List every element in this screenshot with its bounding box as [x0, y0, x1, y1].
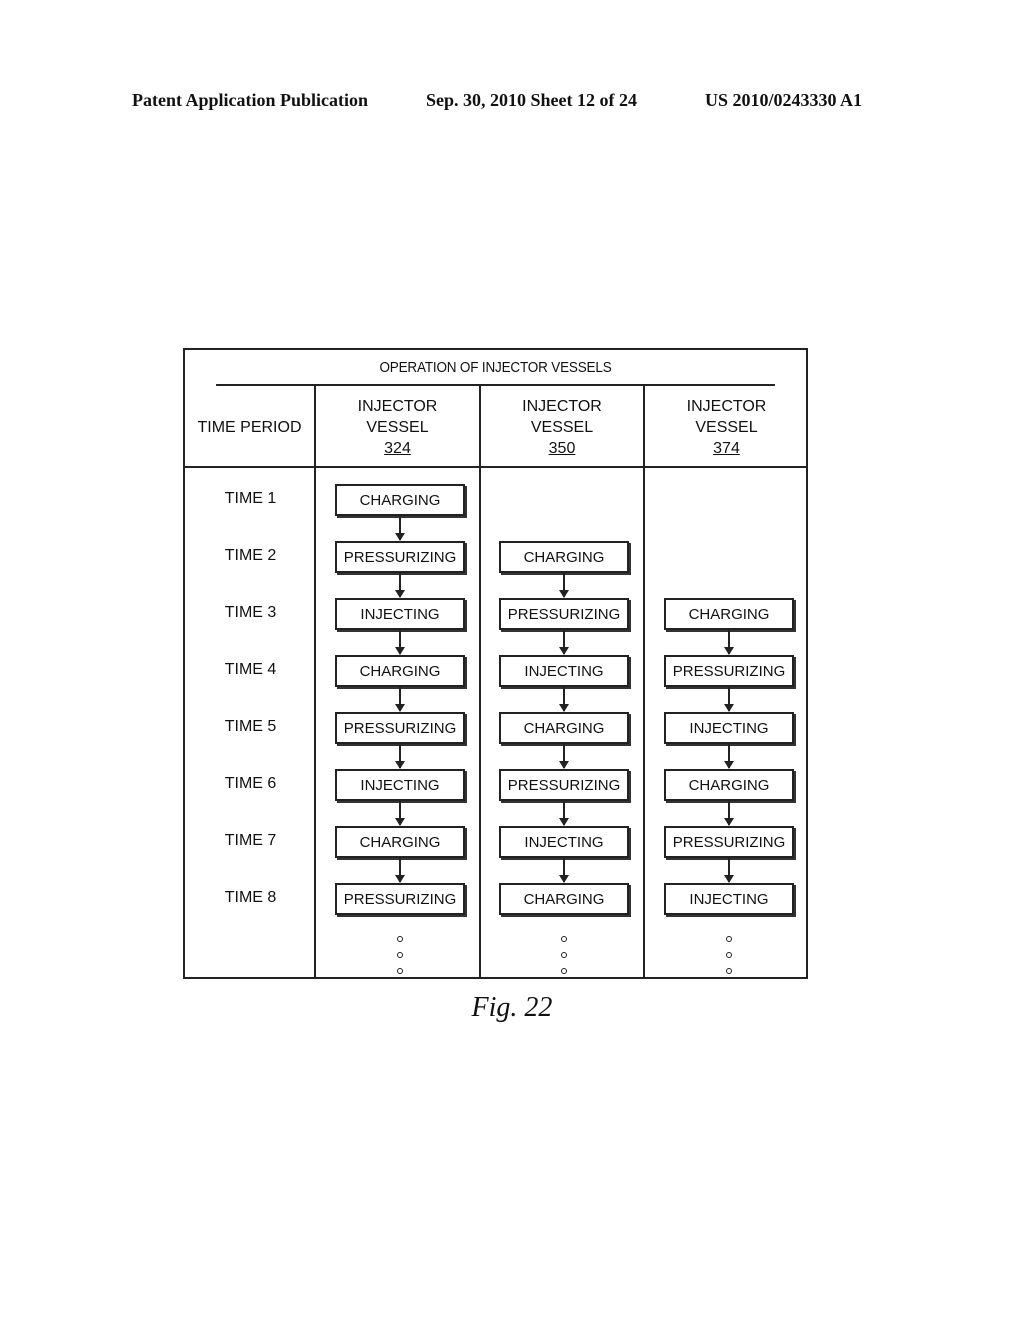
state-box-injecting: INJECTING [499, 655, 629, 687]
state-box-charging: CHARGING [335, 826, 465, 858]
transition-arrow-icon [559, 687, 569, 712]
transition-arrow-icon [395, 801, 405, 826]
time-label: TIME 3 [224, 604, 277, 621]
transition-arrow-icon [559, 858, 569, 883]
table-title: OPERATION OF INJECTOR VESSELS [216, 350, 775, 386]
time-label: TIME 5 [224, 718, 277, 735]
state-box-charging: CHARGING [664, 598, 794, 630]
continuation-dot-icon [561, 968, 567, 974]
transition-arrow-icon [724, 630, 734, 655]
state-box-injecting: INJECTING [335, 769, 465, 801]
state-box-charging: CHARGING [664, 769, 794, 801]
continuation-dot-icon [726, 936, 732, 942]
patent-number: US 2010/0243330 A1 [705, 90, 863, 110]
vessel-header-text: VESSEL [366, 418, 429, 436]
state-box-charging: CHARGING [335, 655, 465, 687]
transition-arrow-icon [395, 858, 405, 883]
state-box-charging: CHARGING [499, 712, 629, 744]
date-sheet: Sep. 30, 2010 Sheet 12 of 24 [426, 90, 637, 110]
time-label: TIME 6 [224, 775, 277, 792]
continuation-dot-icon [397, 952, 403, 958]
time-label: TIME 1 [224, 490, 277, 507]
transition-arrow-icon [395, 516, 405, 541]
vessel-header-text: VESSEL [530, 418, 594, 436]
time-label: TIME 4 [224, 661, 277, 678]
transition-arrow-icon [395, 630, 405, 655]
transition-arrow-icon [559, 744, 569, 769]
state-box-pressurizing: PRESSURIZING [335, 712, 465, 744]
figure-caption: Fig. 22 [471, 992, 553, 1023]
transition-arrow-icon [559, 801, 569, 826]
vessel-header-text: INJECTOR [522, 397, 602, 415]
state-box-pressurizing: PRESSURIZING [499, 598, 629, 630]
vessel-header-text: INJECTOR [357, 397, 438, 415]
vessel-header-text: INJECTOR [686, 397, 767, 415]
vessel-header-374: INJECTOR VESSEL 374 [645, 388, 808, 466]
continuation-dot-icon [726, 968, 732, 974]
continuation-dot-icon [726, 952, 732, 958]
continuation-dot-icon [561, 952, 567, 958]
page-header: Patent Application Publication Sep. 30, … [0, 90, 1024, 114]
vessel-ref-number: 350 [548, 439, 576, 457]
transition-arrow-icon [724, 687, 734, 712]
transition-arrow-icon [724, 858, 734, 883]
column-divider [643, 386, 645, 977]
state-box-charging: CHARGING [335, 484, 465, 516]
header-divider [185, 466, 806, 468]
time-period-label: TIME PERIOD [197, 418, 302, 436]
time-period-header: TIME PERIOD [185, 388, 314, 466]
transition-arrow-icon [395, 744, 405, 769]
column-divider [479, 386, 481, 977]
transition-arrow-icon [395, 573, 405, 598]
state-box-pressurizing: PRESSURIZING [335, 541, 465, 573]
publication-label: Patent Application Publication [132, 90, 369, 110]
time-label: TIME 8 [224, 889, 277, 906]
state-box-pressurizing: PRESSURIZING [664, 826, 794, 858]
transition-arrow-icon [724, 801, 734, 826]
continuation-dot-icon [397, 968, 403, 974]
vessel-header-350: INJECTOR VESSEL 350 [481, 388, 643, 466]
vessel-header-324: INJECTOR VESSEL 324 [316, 388, 479, 466]
transition-arrow-icon [724, 744, 734, 769]
transition-arrow-icon [395, 687, 405, 712]
state-box-injecting: INJECTING [335, 598, 465, 630]
state-box-charging: CHARGING [499, 541, 629, 573]
vessel-ref-number: 324 [384, 439, 411, 457]
transition-arrow-icon [559, 573, 569, 598]
state-box-injecting: INJECTING [664, 712, 794, 744]
transition-arrow-icon [559, 630, 569, 655]
continuation-dot-icon [561, 936, 567, 942]
time-label: TIME 2 [224, 547, 277, 564]
state-box-charging: CHARGING [499, 883, 629, 915]
state-box-pressurizing: PRESSURIZING [335, 883, 465, 915]
state-box-injecting: INJECTING [664, 883, 794, 915]
vessel-header-text: VESSEL [695, 418, 758, 436]
time-label: TIME 7 [224, 832, 277, 849]
state-box-pressurizing: PRESSURIZING [499, 769, 629, 801]
vessel-ref-number: 374 [713, 439, 740, 457]
continuation-dot-icon [397, 936, 403, 942]
state-box-injecting: INJECTING [499, 826, 629, 858]
injector-operation-table: OPERATION OF INJECTOR VESSELS TIME PERIO… [183, 348, 808, 979]
state-box-pressurizing: PRESSURIZING [664, 655, 794, 687]
